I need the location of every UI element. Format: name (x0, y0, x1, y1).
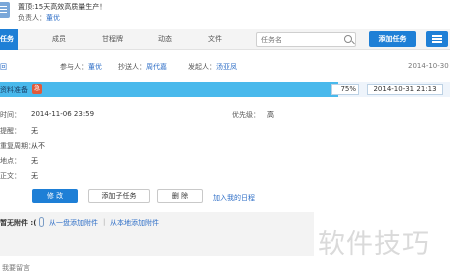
add-to-schedule-link[interactable]: 加入我的日程 (213, 193, 255, 203)
detail-body-label: 正文： (0, 172, 21, 180)
detail-location-value: 无 (31, 157, 38, 165)
watermark: 软件技巧 (318, 229, 430, 260)
due-datetime[interactable]: 2014-10-31 21:13 (367, 84, 443, 95)
detail-repeat-label: 重复周期： (0, 142, 35, 150)
owner-line: 负责人：董优 (18, 13, 60, 23)
detail-repeat: 重复周期： 从不 (0, 141, 45, 151)
cc: 抄送人：周代嘉 (118, 62, 167, 72)
progress-row: 资料准备 急 75% 2014-10-31 21:13 (0, 82, 450, 97)
attach-from-cloud-link[interactable]: 从一盘添加附件 (49, 218, 98, 228)
sender-link[interactable]: 汤亚凤 (216, 63, 237, 71)
search-icon[interactable] (344, 35, 352, 43)
detail-time-value: 2014-11-06 23:59 (31, 110, 95, 118)
participants-link[interactable]: 董优 (88, 63, 102, 71)
owner-name-link[interactable]: 董优 (46, 14, 60, 22)
paperclip-icon (39, 217, 44, 227)
detail-repeat-value: 从不 (31, 142, 45, 150)
add-task-button[interactable]: 添加任务 (369, 31, 416, 47)
task-search-box[interactable] (256, 32, 356, 47)
tab-files[interactable]: 文件 (208, 29, 222, 50)
attach-separator: | (103, 218, 106, 226)
tab-members[interactable]: 成员 (52, 29, 66, 50)
progress-bar-fill (0, 82, 338, 97)
add-subtask-button[interactable]: 添加子任务 (88, 189, 150, 203)
task-info-row: 回 参与人：董优 抄送人：周代嘉 发起人：汤亚凤 2014-10-30 (0, 58, 450, 74)
attach-from-local-link[interactable]: 从本地添加附件 (110, 218, 159, 228)
tab-activity[interactable]: 动态 (158, 29, 172, 50)
attachments-area: 暂无附件 :( 从一盘添加附件 | 从本地添加附件 (0, 212, 314, 256)
menu-button[interactable] (426, 31, 448, 47)
hamburger-menu-icon (432, 35, 442, 37)
tab-tasks[interactable]: 任务 (0, 29, 18, 50)
sender: 发起人：汤亚凤 (188, 62, 237, 72)
sender-label: 发起人： (188, 63, 216, 71)
priority-label: 优先级： (232, 111, 260, 119)
task-header: 置顶:15天高效高质量生产！ 负责人：董优 (0, 0, 450, 28)
detail-body: 正文： 无 (0, 171, 38, 181)
priority-value: 高 (267, 111, 274, 119)
urgent-badge: 急 (32, 84, 42, 94)
detail-location-label: 地点： (0, 157, 21, 165)
detail-body-value: 无 (31, 172, 38, 180)
created-date: 2014-10-30 (408, 62, 449, 70)
detail-location: 地点： 无 (0, 156, 38, 166)
task-name-label: 资料准备 (0, 86, 28, 94)
task-title: 置顶:15天高效高质量生产！ (18, 3, 107, 11)
cc-link[interactable]: 周代嘉 (146, 63, 167, 71)
participants-label: 参与人： (60, 63, 88, 71)
task-search-input[interactable] (257, 33, 341, 46)
tab-gantt[interactable]: 甘程牌 (102, 29, 123, 50)
cc-label: 抄送人： (118, 63, 146, 71)
detail-reminder-label: 提醒： (0, 127, 21, 135)
back-link[interactable]: 回 (0, 62, 7, 72)
detail-reminder-value: 无 (31, 127, 38, 135)
document-icon (0, 2, 10, 18)
delete-button[interactable]: 删 除 (157, 189, 203, 203)
edit-button[interactable]: 修 改 (32, 189, 78, 203)
progress-percent[interactable]: 75% (331, 84, 359, 95)
owner-label: 负责人： (18, 14, 46, 22)
detail-reminder: 提醒： 无 (0, 126, 38, 136)
detail-time: 时间： 2014-11-06 23:59 (0, 110, 94, 120)
comment-label[interactable]: 我要留言 (2, 263, 30, 272)
no-attachments-label: 暂无附件 :( (0, 219, 37, 227)
participants: 参与人：董优 (60, 62, 102, 72)
detail-time-label: 时间： (0, 111, 21, 119)
